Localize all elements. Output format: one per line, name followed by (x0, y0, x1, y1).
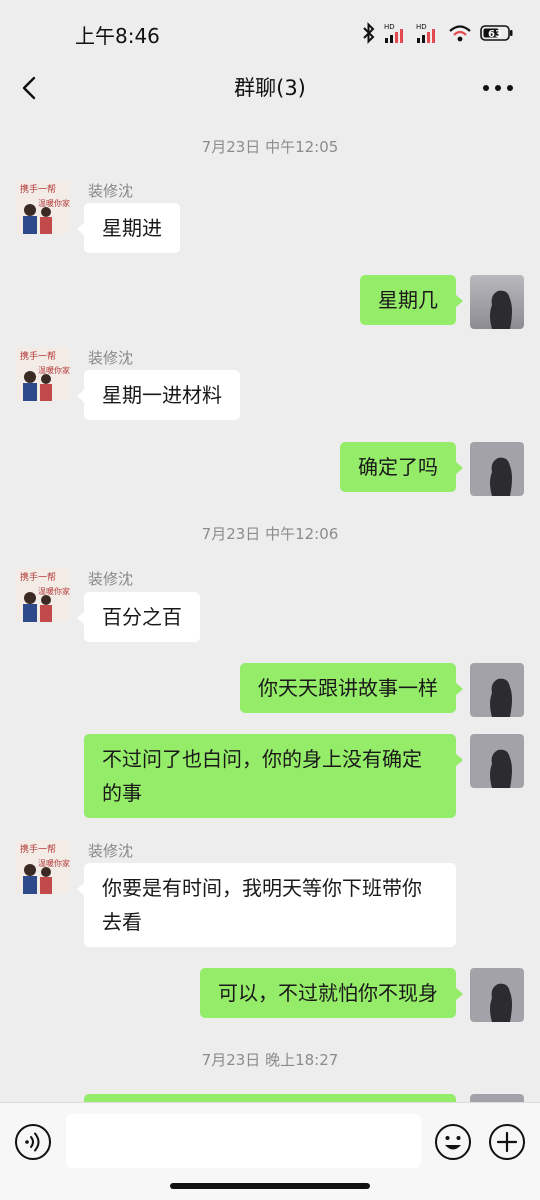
bluetooth-icon (363, 22, 375, 44)
contact-avatar-image: 携手一帮 温暖你家 (16, 347, 70, 401)
plus-icon (489, 1124, 525, 1160)
avatar-self[interactable] (470, 1094, 524, 1102)
avatar-contact[interactable]: 携手一帮 温暖你家 (16, 568, 70, 622)
message-input[interactable] (66, 1114, 421, 1168)
avatar-self[interactable] (470, 968, 524, 1022)
avatar-self[interactable] (470, 663, 524, 717)
self-avatar-image (470, 734, 524, 788)
avatar-contact[interactable]: 携手一帮 温暖你家 (16, 840, 70, 894)
message-bubble-incoming[interactable]: 百分之百 (77, 592, 200, 642)
chat-title: 群聊(3) (234, 76, 306, 100)
more-dots-icon (483, 85, 513, 91)
self-avatar-image (470, 1094, 524, 1102)
avatar-contact[interactable]: 携手一帮 温暖你家 (16, 180, 70, 234)
chat-area[interactable]: 7月23日 中午12:05 携手一帮 温暖你家 装修沈 星期进 星期几 携手一帮… (0, 120, 540, 1102)
sender-name: 装修沈 (88, 842, 134, 860)
sender-name: 装修沈 (88, 349, 134, 367)
voice-icon (15, 1124, 51, 1160)
self-avatar-image (470, 275, 524, 329)
contact-avatar-image: 携手一帮 温暖你家 (16, 568, 70, 622)
emoji-icon (435, 1124, 471, 1160)
message-bubble-outgoing[interactable]: 不过问了也白问，你的身上没有确定的事 (84, 734, 463, 818)
svg-text:携手一帮: 携手一帮 (20, 183, 56, 195)
svg-text:HD: HD (384, 23, 395, 31)
signal-icon-2: HD (416, 23, 435, 43)
svg-text:携手一帮: 携手一帮 (20, 571, 56, 583)
self-avatar-image (470, 968, 524, 1022)
emoji-button[interactable] (434, 1123, 472, 1161)
message-bubble-outgoing[interactable]: 你天天跟讲故事一样 (240, 663, 463, 713)
avatar-contact[interactable]: 携手一帮 温暖你家 (16, 347, 70, 401)
svg-text:携手一帮: 携手一帮 (20, 350, 56, 362)
svg-text:温暖你家: 温暖你家 (38, 586, 70, 596)
self-avatar-image (470, 442, 524, 496)
time-divider: 7月23日 晚上18:27 (201, 1051, 339, 1069)
contact-avatar-image: 携手一帮 温暖你家 (16, 180, 70, 234)
battery-icon: 63 (480, 25, 513, 41)
avatar-self[interactable] (470, 442, 524, 496)
message-bubble-outgoing-partial[interactable] (84, 1094, 456, 1102)
message-bubble-outgoing[interactable]: 确定了吗 (340, 442, 463, 492)
more-button[interactable] (478, 70, 518, 106)
message-bubble-outgoing[interactable]: 星期几 (360, 275, 463, 325)
sender-name: 装修沈 (88, 182, 134, 200)
time-divider: 7月23日 中午12:06 (201, 525, 339, 543)
contact-avatar-image: 携手一帮 温暖你家 (16, 840, 70, 894)
signal-icon-1: HD (384, 23, 403, 43)
message-bubble-outgoing[interactable]: 可以，不过就怕你不现身 (200, 968, 463, 1018)
status-bar: 上午8:46 HD HD 63 (0, 0, 540, 62)
message-bubble-incoming[interactable]: 星期一进材料 (77, 370, 240, 420)
status-time: 上午8:46 (75, 24, 160, 48)
svg-text:63: 63 (488, 29, 502, 40)
voice-button[interactable] (14, 1123, 52, 1161)
svg-text:HD: HD (416, 23, 427, 31)
message-bubble-incoming[interactable]: 你要是有时间，我明天等你下班带你去看 (77, 863, 456, 947)
status-icons: HD HD 63 (362, 22, 514, 44)
self-avatar-image (470, 663, 524, 717)
home-indicator[interactable] (170, 1183, 370, 1189)
plus-button[interactable] (488, 1123, 526, 1161)
time-divider: 7月23日 中午12:05 (201, 138, 339, 156)
svg-text:携手一帮: 携手一帮 (20, 843, 56, 855)
svg-text:温暖你家: 温暖你家 (38, 365, 70, 375)
svg-text:温暖你家: 温暖你家 (38, 858, 70, 868)
svg-text:温暖你家: 温暖你家 (38, 198, 70, 208)
message-bubble-incoming[interactable]: 星期进 (77, 203, 180, 253)
avatar-self[interactable] (470, 275, 524, 329)
sender-name: 装修沈 (88, 570, 134, 588)
avatar-self[interactable] (470, 734, 524, 788)
wifi-icon (449, 25, 471, 42)
nav-bar: 群聊(3) (0, 62, 540, 120)
